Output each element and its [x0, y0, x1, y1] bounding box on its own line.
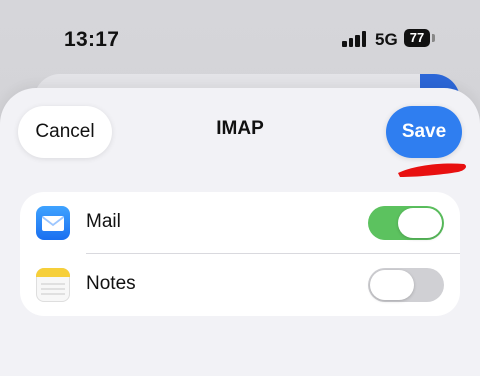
- status-time: 13:17: [64, 28, 120, 51]
- battery-icon: 77: [404, 29, 430, 47]
- settings-screen: 13:17 5G 77 Cancel IMAP Save Mail Notes: [0, 0, 480, 376]
- list-item-mail: Mail: [20, 192, 460, 254]
- red-annotation-mark: [398, 163, 466, 177]
- list-item-notes: Notes: [20, 254, 460, 316]
- mail-label: Mail: [86, 211, 121, 232]
- sync-list: Mail Notes: [20, 192, 460, 316]
- mail-toggle-knob: [398, 208, 442, 238]
- notes-toggle[interactable]: [368, 268, 444, 302]
- sheet-title: IMAP: [216, 118, 264, 139]
- mail-toggle[interactable]: [368, 206, 444, 240]
- cancel-button[interactable]: Cancel: [18, 106, 112, 158]
- save-button[interactable]: Save: [386, 106, 462, 158]
- mail-icon: [36, 206, 70, 240]
- status-bar: 13:17 5G 77: [0, 0, 480, 70]
- notes-label: Notes: [86, 273, 136, 294]
- notes-toggle-knob: [370, 270, 414, 300]
- battery-tip: [432, 34, 435, 42]
- notes-icon: [36, 268, 70, 302]
- cellular-signal-icon: [342, 31, 368, 47]
- network-type: 5G: [375, 30, 398, 49]
